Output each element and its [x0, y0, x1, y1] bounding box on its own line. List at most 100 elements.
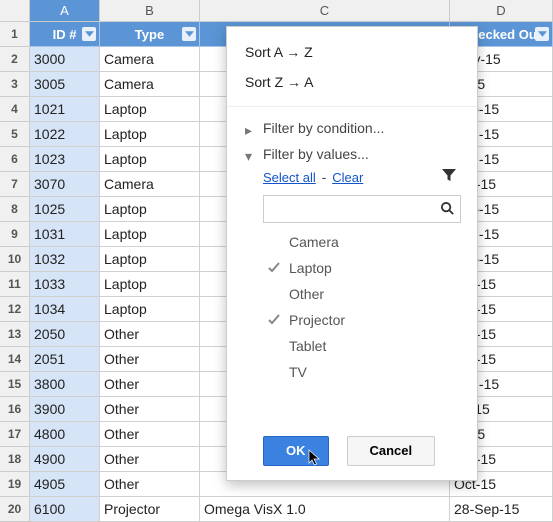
filter-dropdown-icon[interactable]	[182, 27, 196, 41]
ok-button-label: OK	[286, 443, 306, 458]
filter-value-item[interactable]: TV	[263, 359, 457, 385]
search-icon	[440, 201, 455, 219]
cell[interactable]: Camera	[100, 172, 200, 197]
filter-value-item[interactable]: Projector	[263, 307, 457, 333]
row-header[interactable]: 3	[0, 72, 30, 97]
cell[interactable]: 4800	[30, 422, 100, 447]
cell[interactable]: 6100	[30, 497, 100, 522]
cell[interactable]: Other	[100, 422, 200, 447]
cell[interactable]: 3900	[30, 397, 100, 422]
filter-value-label: Laptop	[289, 260, 332, 276]
filter-by-condition[interactable]: ▸ Filter by condition...	[227, 115, 477, 141]
col-header-A[interactable]: A	[30, 0, 100, 22]
sort-za[interactable]: Sort Z → A	[227, 67, 477, 97]
cell[interactable]: Laptop	[100, 222, 200, 247]
ok-button[interactable]: OK	[263, 436, 329, 466]
row-header[interactable]: 9	[0, 222, 30, 247]
row-header[interactable]: 17	[0, 422, 30, 447]
cell[interactable]: 3005	[30, 72, 100, 97]
checkmark-icon	[267, 261, 281, 278]
table-header-B[interactable]: Type	[100, 22, 200, 47]
row-header[interactable]: 10	[0, 247, 30, 272]
cell[interactable]: 1034	[30, 297, 100, 322]
values-scrollbar[interactable]	[457, 229, 463, 364]
corner-cell[interactable]	[0, 0, 30, 22]
row-header[interactable]: 13	[0, 322, 30, 347]
clear-link[interactable]: Clear	[332, 170, 363, 185]
cell[interactable]: Camera	[100, 47, 200, 72]
filter-value-label: Camera	[289, 234, 339, 250]
cell[interactable]: 1033	[30, 272, 100, 297]
filter-dropdown-icon[interactable]	[535, 27, 549, 41]
cell[interactable]: Laptop	[100, 247, 200, 272]
row-header[interactable]: 12	[0, 297, 30, 322]
cell[interactable]: 28-Sep-15	[450, 497, 553, 522]
filter-search-input[interactable]	[263, 195, 461, 223]
cell[interactable]: 3070	[30, 172, 100, 197]
cell[interactable]: Other	[100, 397, 200, 422]
cell[interactable]: Laptop	[100, 197, 200, 222]
cell[interactable]: Projector	[100, 497, 200, 522]
row-header[interactable]: 16	[0, 397, 30, 422]
cell[interactable]: Other	[100, 347, 200, 372]
row-header[interactable]: 5	[0, 122, 30, 147]
row-header[interactable]: 2	[0, 47, 30, 72]
cell[interactable]: Other	[100, 322, 200, 347]
sort-az[interactable]: Sort A → Z	[227, 37, 477, 67]
row-header[interactable]: 1	[0, 22, 30, 47]
cell[interactable]: 4905	[30, 472, 100, 497]
cell[interactable]: 2051	[30, 347, 100, 372]
cell[interactable]: Laptop	[100, 272, 200, 297]
select-all-link[interactable]: Select all	[263, 170, 316, 185]
col-header-C[interactable]: C	[200, 0, 450, 22]
row-header[interactable]: 20	[0, 497, 30, 522]
cell[interactable]: 3000	[30, 47, 100, 72]
col-header-B[interactable]: B	[100, 0, 200, 22]
row-header[interactable]: 7	[0, 172, 30, 197]
cell[interactable]: Other	[100, 447, 200, 472]
checkmark-icon	[267, 313, 281, 330]
col-header-D[interactable]: D	[450, 0, 553, 22]
cell[interactable]: Camera	[100, 72, 200, 97]
filter-value-item[interactable]: Camera	[263, 229, 457, 255]
filter-value-label: TV	[289, 364, 307, 380]
cell[interactable]: 1025	[30, 197, 100, 222]
cell[interactable]: Laptop	[100, 97, 200, 122]
cancel-button[interactable]: Cancel	[347, 436, 436, 466]
row-header[interactable]: 11	[0, 272, 30, 297]
cell[interactable]: Laptop	[100, 122, 200, 147]
filter-values-list: Camera Laptop Other Projector Tablet TV	[263, 229, 467, 394]
cell[interactable]: 1031	[30, 222, 100, 247]
cell[interactable]: 4900	[30, 447, 100, 472]
filter-value-item[interactable]: Tablet	[263, 333, 457, 359]
row-header[interactable]: 8	[0, 197, 30, 222]
row-header[interactable]: 6	[0, 147, 30, 172]
cell[interactable]: 1032	[30, 247, 100, 272]
row-header[interactable]: 4	[0, 97, 30, 122]
filter-search	[263, 195, 461, 223]
cell[interactable]: Other	[100, 472, 200, 497]
cell[interactable]: 1023	[30, 147, 100, 172]
funnel-icon[interactable]	[441, 167, 457, 186]
table-header-label: Type	[135, 27, 164, 42]
cell[interactable]: 1022	[30, 122, 100, 147]
cell[interactable]: Omega VisX 1.0	[200, 497, 450, 522]
row-header[interactable]: 19	[0, 472, 30, 497]
filter-value-item[interactable]: Laptop	[263, 255, 457, 281]
row-header[interactable]: 14	[0, 347, 30, 372]
cell[interactable]: Laptop	[100, 297, 200, 322]
filter-value-item[interactable]: Other	[263, 281, 457, 307]
filter-dropdown-icon[interactable]	[82, 27, 96, 41]
cell[interactable]: Laptop	[100, 147, 200, 172]
row-header[interactable]: 15	[0, 372, 30, 397]
table-header-A[interactable]: ID #	[30, 22, 100, 47]
row-header[interactable]: 18	[0, 447, 30, 472]
filter-by-values[interactable]: ▾ Filter by values...	[227, 141, 477, 167]
cell[interactable]: 2050	[30, 322, 100, 347]
cell[interactable]: 3800	[30, 372, 100, 397]
cell[interactable]: 1021	[30, 97, 100, 122]
cell[interactable]: Other	[100, 372, 200, 397]
triangle-right-icon: ▸	[245, 122, 255, 132]
filter-condition-label: Filter by condition...	[263, 120, 384, 136]
filter-value-label: Projector	[289, 312, 345, 328]
